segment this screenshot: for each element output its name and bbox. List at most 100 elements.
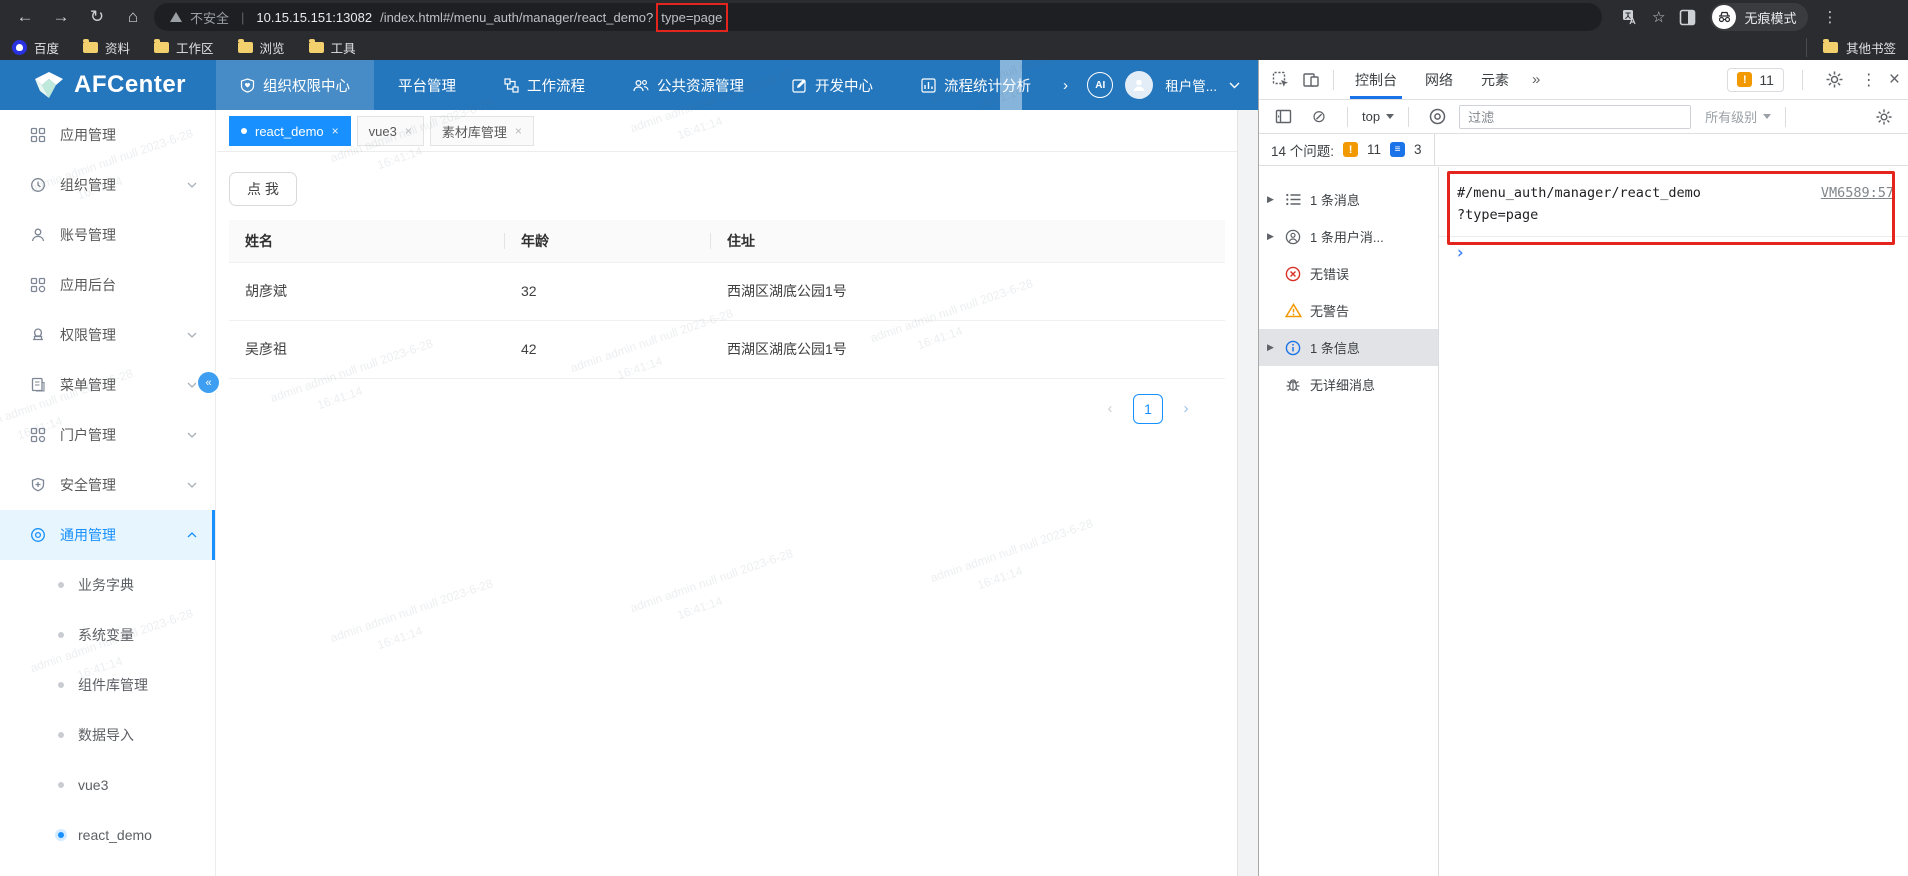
console-body: ▶ 1 条消息 ▶ 1 条用户消...	[1259, 167, 1908, 876]
chevron-down-icon	[187, 182, 197, 188]
sidebar-subitem-system-variables[interactable]: 系统变量	[0, 610, 215, 660]
close-icon[interactable]: ×	[405, 124, 412, 138]
devtools-tab-network[interactable]: 网络	[1412, 60, 1466, 99]
forward-icon[interactable]: →	[46, 3, 76, 31]
pagination-prev-icon[interactable]: ‹	[1095, 394, 1125, 424]
issues-bar: 14 个问题: ! 11 ≡ 3	[1259, 134, 1908, 166]
app-logo[interactable]: AFCenter	[0, 71, 216, 99]
expand-arrow-icon[interactable]: ▶	[1265, 194, 1276, 205]
sidebar-item-app-backend[interactable]: 应用后台	[0, 260, 215, 310]
back-icon[interactable]: ←	[10, 3, 40, 31]
clear-console-icon[interactable]: ⊘	[1305, 103, 1333, 131]
live-expression-eye-icon[interactable]	[1423, 103, 1451, 131]
nav-item-workflow[interactable]: 工作流程	[480, 60, 609, 110]
sidebar-item-account-management[interactable]: 账号管理	[0, 210, 215, 260]
translate-icon[interactable]	[1622, 9, 1638, 25]
nav-item-process-stats[interactable]: 流程统计分析	[897, 60, 1055, 110]
home-icon[interactable]: ⌂	[118, 3, 148, 31]
tab-material-library[interactable]: 素材库管理 ×	[430, 116, 534, 146]
sidebar-item-permission-management[interactable]: 权限管理	[0, 310, 215, 360]
bookmark-star-icon[interactable]: ☆	[1652, 8, 1665, 26]
sidebar-item-security-management[interactable]: 安全管理	[0, 460, 215, 510]
nav-item-org-auth-center[interactable]: 组织权限中心	[216, 60, 374, 110]
tenant-user-label[interactable]: 租户管...	[1165, 75, 1217, 95]
console-filter-errors[interactable]: 无错误	[1259, 255, 1438, 292]
console-filter-warnings[interactable]: 无警告	[1259, 292, 1438, 329]
expand-arrow-icon[interactable]: ▶	[1265, 342, 1276, 353]
devtools-tab-elements[interactable]: 元素	[1468, 60, 1522, 99]
sidebar-item-org-management[interactable]: 组织管理	[0, 160, 215, 210]
console-context-select[interactable]: top	[1362, 109, 1394, 124]
issues-summary[interactable]: 14 个问题: ! 11 ≡ 3	[1259, 134, 1435, 166]
nav-item-public-resource[interactable]: 公共资源管理	[609, 60, 768, 110]
bookmark-folder-liulan[interactable]: 浏览	[238, 38, 285, 57]
bookmark-baidu[interactable]: 百度	[12, 38, 59, 57]
divider	[1802, 70, 1803, 90]
nav-scroll-right-icon[interactable]: ›	[1055, 60, 1076, 110]
chevron-down-icon[interactable]	[1229, 82, 1240, 89]
sidebar-item-general-management[interactable]: 通用管理	[0, 510, 215, 560]
cell-age: 42	[505, 320, 711, 378]
tab-react-demo[interactable]: react_demo ×	[229, 116, 351, 146]
click-me-button[interactable]: 点 我	[229, 172, 297, 206]
console-filter-verbose[interactable]: 无详细消息	[1259, 366, 1438, 403]
sidebar-sub-label: 数据导入	[78, 725, 134, 745]
sidebar-subitem-react-demo[interactable]: react_demo	[0, 810, 215, 860]
pagination-next-icon[interactable]: ›	[1171, 394, 1201, 424]
sidebar-label: 账号管理	[60, 225, 116, 245]
bookmark-folder-gongzuoqu[interactable]: 工作区	[154, 38, 214, 57]
tab-vue3[interactable]: vue3 ×	[357, 116, 424, 146]
console-prompt-icon[interactable]: ›	[1455, 245, 1908, 262]
bookmark-folder-gongju[interactable]: 工具	[309, 38, 356, 57]
sidebar-subitem-vue3[interactable]: vue3	[0, 760, 215, 810]
nav-item-dev-center[interactable]: 开发中心	[768, 60, 897, 110]
incognito-chip[interactable]: 无痕模式	[1710, 3, 1808, 31]
console-filter-user-messages[interactable]: ▶ 1 条用户消...	[1259, 218, 1438, 255]
list-icon	[1284, 193, 1302, 206]
sidebar-label: 菜单管理	[60, 375, 116, 395]
close-icon[interactable]: ×	[515, 124, 522, 138]
ai-assistant-icon[interactable]: AI	[1087, 72, 1113, 98]
pagination-page-1[interactable]: 1	[1133, 394, 1163, 424]
url-bar[interactable]: 不安全 | 10.15.15.151:13082/index.html#/men…	[154, 3, 1602, 31]
sidebar-collapse-button[interactable]: «	[198, 372, 219, 393]
inspect-element-icon[interactable]	[1267, 66, 1295, 94]
source-location-link[interactable]: VM6589:57	[1821, 183, 1894, 205]
console-log-row[interactable]: #/menu_auth/manager/react_demo VM6589:57…	[1439, 179, 1908, 237]
sidebar-item-app-management[interactable]: 应用管理	[0, 110, 215, 160]
devtools-menu-icon[interactable]: ⋮	[1861, 70, 1877, 90]
close-icon[interactable]: ×	[332, 124, 339, 138]
avatar[interactable]	[1125, 71, 1153, 99]
nav-item-platform[interactable]: 平台管理	[374, 60, 480, 110]
expand-arrow-icon[interactable]: ▶	[1265, 231, 1276, 242]
console-filter-input[interactable]: 过滤	[1459, 105, 1691, 129]
log-levels-dropdown[interactable]: 所有级别	[1705, 107, 1771, 126]
issues-counter-button[interactable]: ! 11	[1727, 68, 1784, 92]
other-bookmarks[interactable]: 其他书签	[1806, 38, 1896, 57]
more-tabs-icon[interactable]: »	[1524, 71, 1548, 88]
console-filter-info[interactable]: ▶ 1 条信息	[1259, 329, 1438, 366]
device-toolbar-icon[interactable]	[1297, 66, 1325, 94]
reload-icon[interactable]: ↻	[82, 3, 112, 31]
bookmark-folder-ziliao[interactable]: 资料	[83, 38, 130, 57]
column-header-age: 年龄	[505, 220, 711, 262]
issue-icon: !	[1737, 72, 1752, 87]
sidebar-item-menu-management[interactable]: 菜单管理	[0, 360, 215, 410]
settings-gear-icon[interactable]	[1821, 66, 1849, 94]
console-sidebar-toggle-icon[interactable]	[1269, 103, 1297, 131]
sidebar-subitem-component-library[interactable]: 组件库管理	[0, 660, 215, 710]
sidebar-subitem-data-import[interactable]: 数据导入	[0, 710, 215, 760]
sidebar-label: 权限管理	[60, 325, 116, 345]
devtools-tab-console[interactable]: 控制台	[1342, 60, 1410, 99]
table-row: 吴彦祖 42 西湖区湖底公园1号	[229, 320, 1225, 378]
sidebar-subitem-business-dictionary[interactable]: 业务字典	[0, 560, 215, 610]
side-panel-icon[interactable]	[1679, 9, 1696, 26]
browser-menu-icon[interactable]: ⋮	[1822, 8, 1837, 26]
divider	[1333, 70, 1334, 90]
sidebar-item-portal-management[interactable]: 门户管理	[0, 410, 215, 460]
console-settings-gear-icon[interactable]	[1870, 103, 1898, 131]
message-bubble-icon: ≡	[1390, 142, 1405, 157]
console-filter-all-messages[interactable]: ▶ 1 条消息	[1259, 181, 1438, 218]
context-label: top	[1362, 109, 1380, 124]
devtools-close-icon[interactable]: ×	[1889, 69, 1900, 91]
